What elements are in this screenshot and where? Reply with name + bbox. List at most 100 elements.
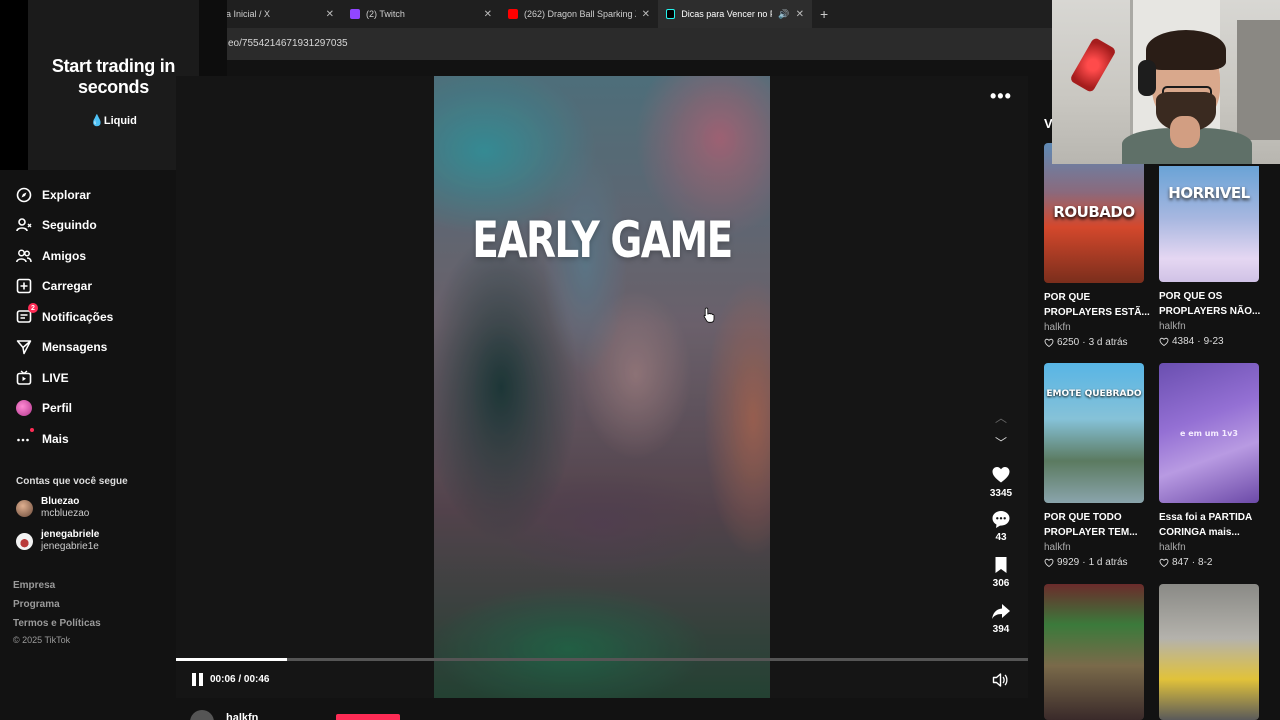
speaker-icon: 🔊 — [778, 8, 790, 19]
video-card[interactable]: e em um 1v3 Essa foi a PARTIDA CORINGA m… — [1159, 363, 1259, 568]
tab-label: (2) Twitch — [366, 9, 405, 19]
close-icon[interactable]: ✕ — [484, 9, 492, 20]
avatar — [16, 400, 32, 416]
video-card[interactable]: HORRIVEL POR QUE OS PROPLAYERS NÃO... ha… — [1159, 166, 1260, 347]
sidebar-item-label: Carregar — [42, 279, 93, 293]
thumbnail-text: EMOTE QUEBRADO — [1046, 389, 1142, 399]
send-icon — [16, 339, 32, 355]
like-button[interactable]: 3345 — [982, 465, 1020, 499]
sidebar-item-label: Mensagens — [42, 340, 108, 354]
share-icon — [992, 604, 1010, 619]
more-icon — [16, 428, 34, 447]
account-info: Bluezao mcbluezao — [41, 496, 89, 520]
sidebar-item-notificacoes[interactable]: 2 Notificações — [16, 303, 114, 325]
browser-tab-tiktok[interactable]: Dicas para Vencer no Fortni 🔊 ✕ — [658, 0, 812, 28]
avatar[interactable] — [190, 710, 214, 720]
video-caption-text: EARLY GAME — [472, 211, 733, 269]
close-icon[interactable]: ✕ — [326, 9, 334, 20]
sidebar-item-label: Mais — [42, 432, 69, 446]
video-thumbnail[interactable]: EMOTE QUEBRADO — [1044, 363, 1144, 503]
like-count: 3345 — [989, 488, 1013, 499]
upload-icon — [16, 278, 32, 294]
youtube-icon — [508, 9, 518, 19]
progress-bar[interactable] — [176, 658, 1028, 661]
notification-icon: 2 — [16, 303, 38, 325]
sidebar-item-amigos[interactable]: Amigos — [16, 248, 86, 264]
card-likes: 6250 — [1057, 337, 1080, 348]
hand-cursor-icon — [703, 307, 715, 323]
card-author: halkfn — [1044, 542, 1071, 553]
sidebar-item-perfil[interactable]: Perfil — [16, 400, 72, 416]
next-video-chevron-down-icon[interactable]: ﹀ — [995, 434, 1007, 451]
sidebar-item-label: Seguindo — [42, 218, 97, 232]
video-overlay — [434, 76, 770, 698]
sidebar-item-carregar[interactable]: Carregar — [16, 278, 92, 294]
browser-tab-youtube[interactable]: (262) Dragon Ball Sparking Zer ✕ — [500, 0, 658, 28]
footer-link-programa[interactable]: Programa — [13, 599, 60, 610]
following-title: Contas que você segue — [16, 476, 128, 487]
separator: · — [1191, 557, 1196, 568]
heart-icon — [992, 467, 1010, 483]
address-bar[interactable]: eo/7554214671931297035 — [200, 28, 1052, 60]
ad-banner[interactable]: Start trading in seconds 💧Liquid — [28, 0, 199, 170]
background-shelf — [1237, 20, 1280, 140]
video-thumbnail[interactable]: HORRIVEL — [1159, 166, 1259, 282]
bookmark-icon — [995, 557, 1007, 573]
followed-account[interactable]: jenegabriele jenegabrie1e — [16, 529, 99, 553]
previous-video-chevron-up-icon[interactable]: ︿ — [995, 409, 1007, 426]
video-card[interactable] — [1044, 584, 1144, 720]
comment-button[interactable]: 43 — [982, 509, 1020, 543]
ad-title: Start trading in seconds — [51, 56, 176, 97]
sidebar-item-label: Perfil — [42, 401, 73, 415]
thumbnail-text: e em um 1v3 — [1180, 429, 1238, 438]
video-card[interactable]: EMOTE QUEBRADO POR QUE TODO PROPLAYER TE… — [1044, 363, 1144, 568]
comment-icon — [992, 511, 1010, 528]
card-title: POR QUE TODO PROPLAYER TEM... — [1044, 512, 1138, 538]
author-name[interactable]: halkfn — [226, 712, 258, 720]
card-title: POR QUE OS PROPLAYERS NÃO... — [1159, 291, 1261, 317]
bookmark-count: 306 — [992, 578, 1010, 589]
close-icon[interactable]: ✕ — [642, 9, 650, 20]
card-meta: 9929 · 1 d atrás — [1044, 557, 1144, 568]
footer-link-empresa[interactable]: Empresa — [13, 580, 55, 591]
share-button[interactable]: 394 — [982, 601, 1020, 635]
sidebar-item-mais[interactable]: Mais — [16, 428, 69, 447]
video-thumbnail[interactable] — [1044, 584, 1144, 720]
sidebar-item-seguindo[interactable]: Seguindo — [16, 217, 97, 233]
follow-button[interactable] — [336, 714, 400, 720]
video-card[interactable] — [1159, 584, 1259, 720]
card-title: POR QUE PROPLAYERS ESTÃ... — [1044, 292, 1150, 318]
heart-outline-icon — [1044, 338, 1054, 347]
bookmark-button[interactable]: 306 — [982, 555, 1020, 589]
video-player[interactable]: EARLY GAME ••• ︿ ﹀ 3345 43 306 394 00:06… — [176, 76, 1028, 698]
sidebar-item-explorar[interactable]: Explorar — [16, 187, 91, 203]
sidebar-item-mensagens[interactable]: Mensagens — [16, 339, 107, 355]
sidebar-item-label: Notificações — [42, 310, 114, 324]
headset-icon — [1138, 60, 1156, 96]
card-likes: 4384 — [1172, 336, 1195, 347]
progress-fill — [176, 658, 287, 661]
followed-account[interactable]: Bluezao mcbluezao — [16, 496, 89, 520]
close-icon[interactable]: ✕ — [796, 9, 804, 20]
new-tab-button[interactable]: + — [812, 6, 836, 22]
video-thumbnail[interactable] — [1159, 584, 1259, 720]
video-thumbnail[interactable]: ROUBADO — [1044, 143, 1144, 283]
playback-time: 00:06 / 00:46 — [210, 674, 270, 685]
tab-label: (262) Dragon Ball Sparking Zer — [523, 9, 636, 19]
sidebar-item-live[interactable]: LIVE — [16, 370, 69, 386]
volume-button[interactable] — [992, 672, 1008, 693]
user-follow-icon — [16, 217, 32, 233]
browser-tab-twitch[interactable]: (2) Twitch ✕ — [342, 0, 500, 28]
video-frame[interactable]: EARLY GAME — [434, 76, 770, 698]
card-likes: 847 — [1172, 557, 1189, 568]
red-lamp — [1069, 36, 1117, 94]
card-date: 9-23 — [1203, 336, 1224, 347]
account-handle: mcbluezao — [41, 508, 90, 519]
tab-label: a Inicial / X — [226, 9, 271, 19]
video-card[interactable]: ROUBADO POR QUE PROPLAYERS ESTÃ... halkf… — [1044, 143, 1150, 348]
video-thumbnail[interactable]: e em um 1v3 — [1159, 363, 1259, 503]
webcam-overlay — [1052, 0, 1280, 164]
footer-link-termos[interactable]: Termos e Políticas — [13, 618, 101, 629]
more-options-button[interactable]: ••• — [990, 86, 1012, 107]
pause-button[interactable] — [192, 673, 204, 686]
